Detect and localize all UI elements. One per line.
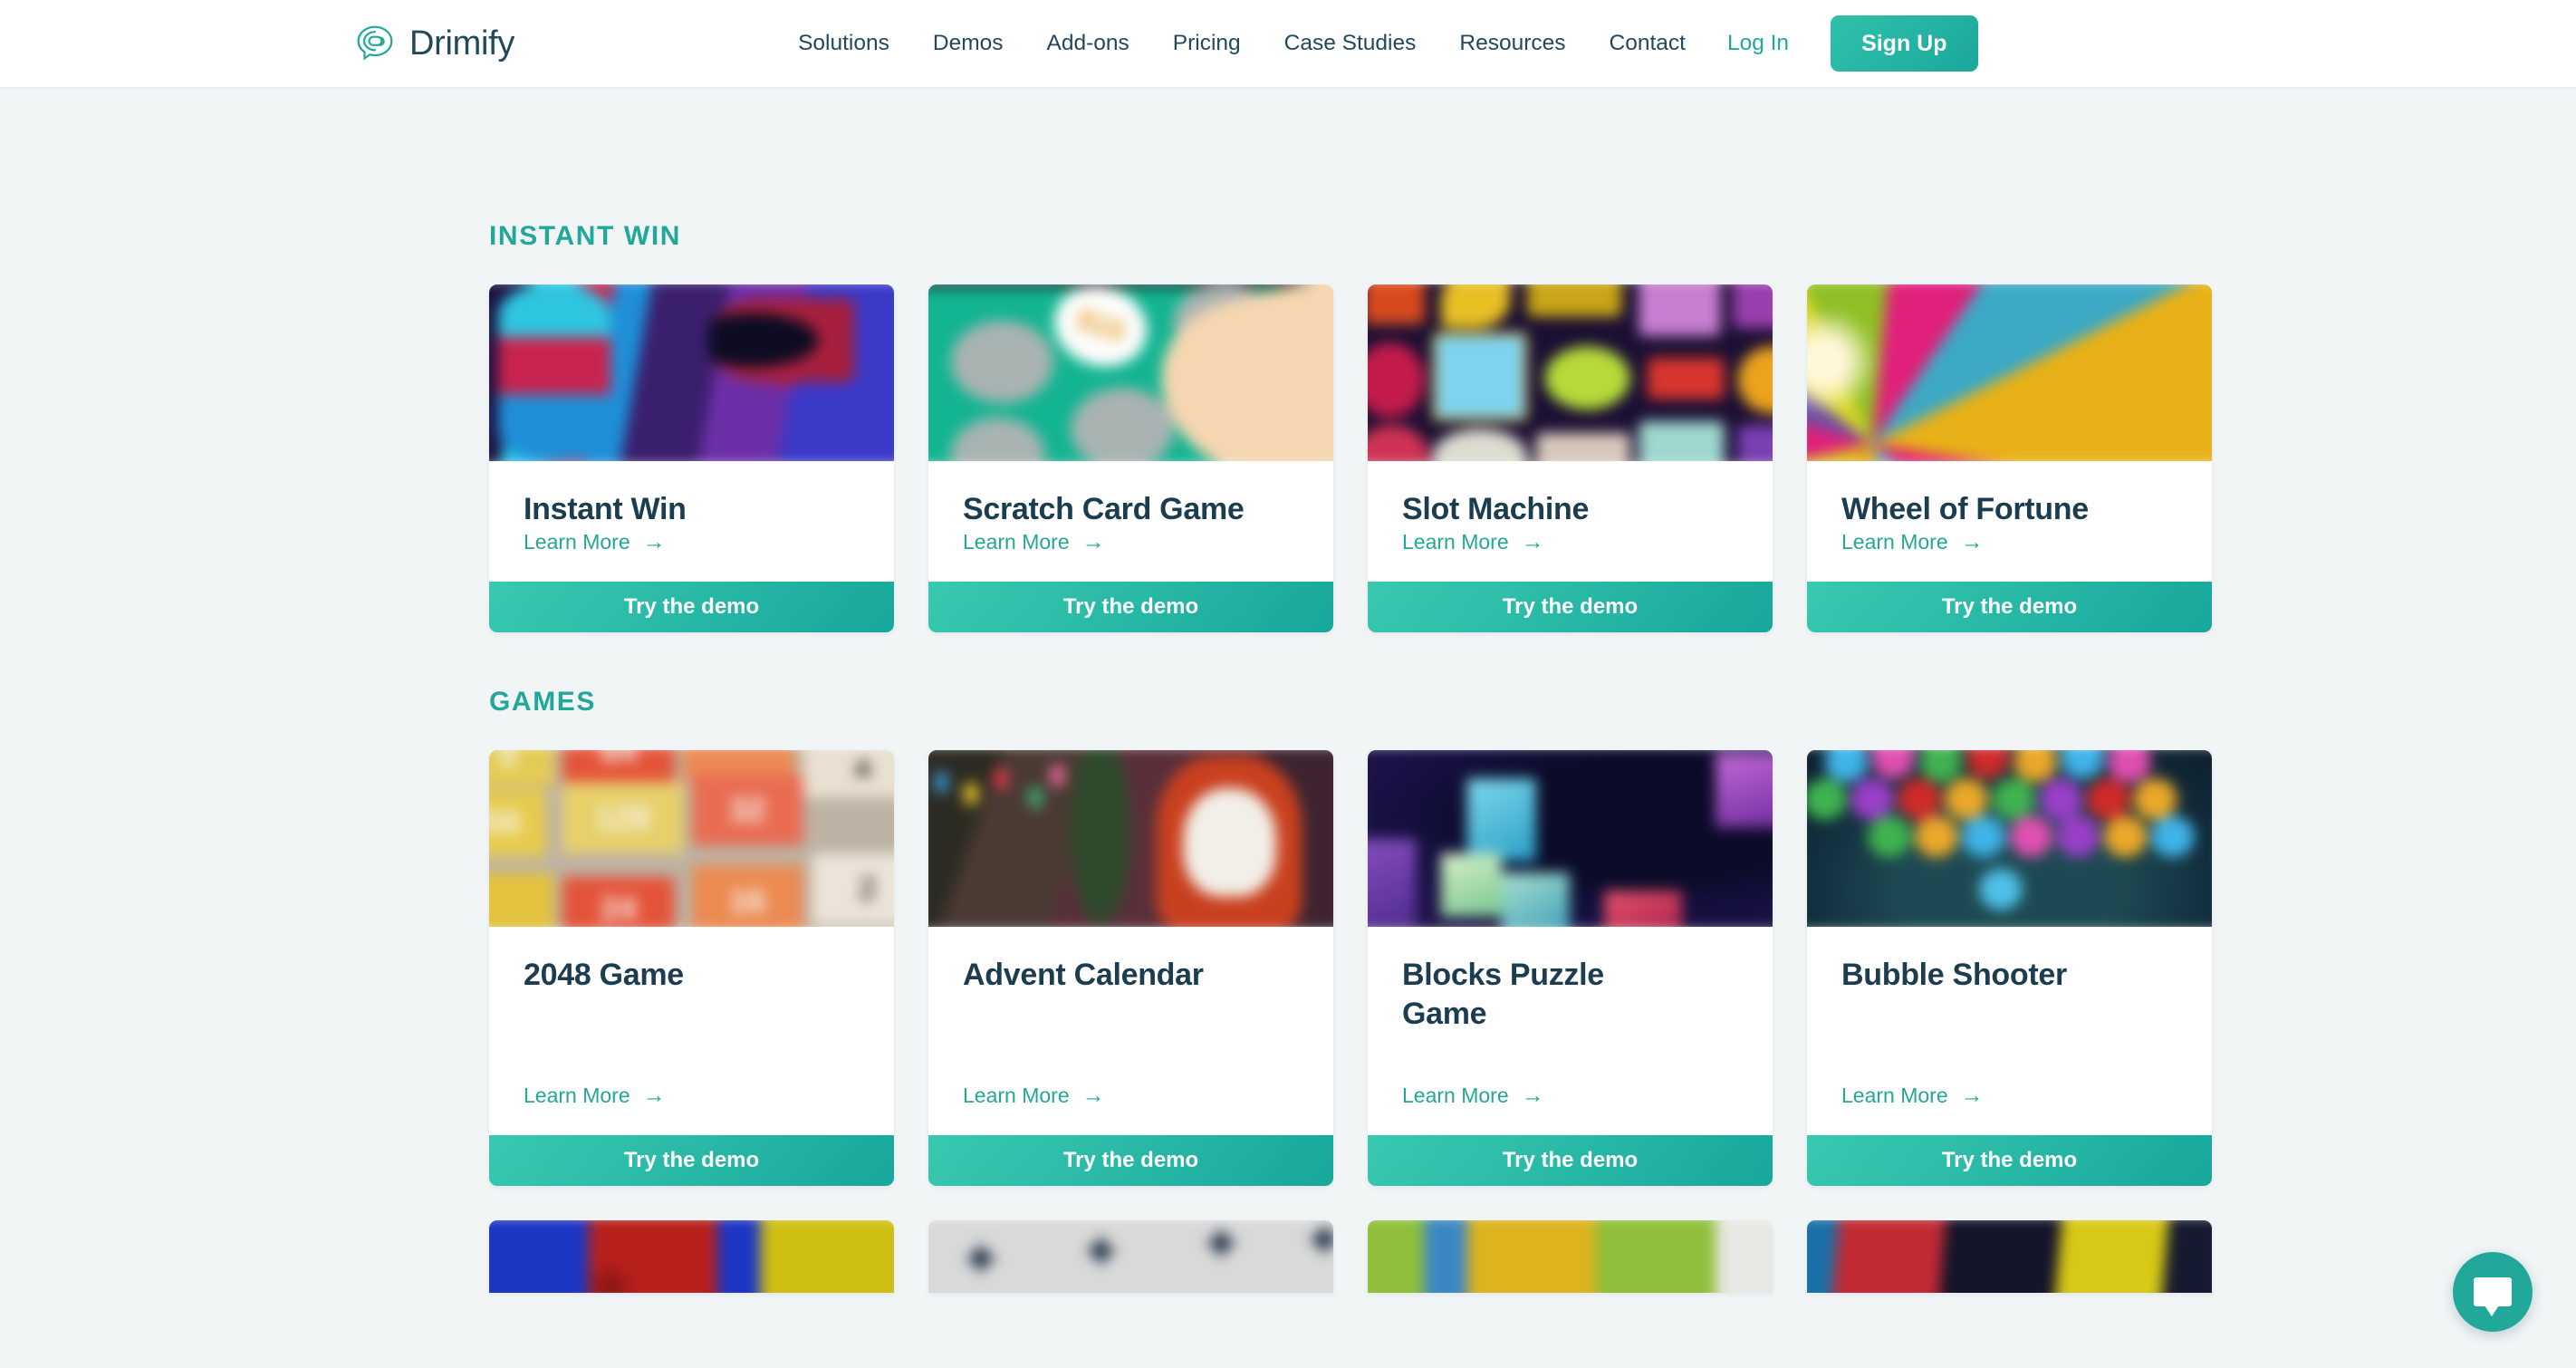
card-thumbnail <box>489 1219 894 1293</box>
signup-button[interactable]: Sign Up <box>1831 14 1978 72</box>
nav-item-resources[interactable]: Resources <box>1437 32 1587 55</box>
learn-more-label: Learn More <box>963 1083 1070 1107</box>
memory-grid-photo: ✦ ✦ ✦ ✦ <box>928 1219 1333 1293</box>
nav-item-case-studies[interactable]: Case Studies <box>1263 32 1438 55</box>
arrow-right-icon: → <box>1521 1082 1544 1108</box>
nav-item-contact[interactable]: Contact <box>1588 32 1707 55</box>
card-thumbnail <box>1368 284 1773 461</box>
demo-card-advent-calendar[interactable]: Advent Calendar Learn More → Try the dem… <box>928 749 1333 1186</box>
arrow-right-icon: → <box>1081 528 1105 554</box>
section-title-games: GAMES <box>489 686 597 717</box>
main-navigation: Solutions Demos Add-ons Pricing Case Stu… <box>776 14 1978 72</box>
card-thumbnail <box>489 284 894 461</box>
learn-more-label: Learn More <box>1402 529 1509 554</box>
chat-widget-button[interactable] <box>2453 1252 2533 1332</box>
site-header: Drimify Solutions Demos Add-ons Pricing … <box>0 0 2576 87</box>
card-title: Blocks Puzzle Game <box>1402 957 1604 1032</box>
bubble-shooter-bubbles <box>1807 749 2212 927</box>
try-demo-button[interactable]: Try the demo <box>489 581 894 632</box>
card-thumbnail: $10 <box>928 284 1333 461</box>
brand-logo-link[interactable]: Drimify <box>355 24 514 63</box>
scratch-card-illustration: $10 <box>928 284 1333 461</box>
blocks-puzzle-cubes <box>1368 749 1773 927</box>
quiz-colors-photo <box>489 1219 894 1293</box>
learn-more-label: Learn More <box>1841 529 1948 554</box>
demo-card-blocks-puzzle-game[interactable]: Blocks Puzzle Game Learn More → Try the … <box>1368 749 1773 1186</box>
learn-more-label: Learn More <box>1402 1083 1509 1107</box>
demos-catalog-page: INSTANT WIN Instant Win Learn More → Try… <box>0 87 2576 1368</box>
demo-card-partial-4[interactable] <box>1807 1219 2212 1293</box>
card-title: Bubble Shooter <box>1841 957 2067 992</box>
try-demo-button[interactable]: Try the demo <box>1368 581 1773 632</box>
demo-card-partial-1[interactable] <box>489 1219 894 1293</box>
slot-machine-symbols <box>1368 284 1773 461</box>
nav-item-add-ons[interactable]: Add-ons <box>1025 32 1151 55</box>
learn-more-label: Learn More <box>1841 1083 1948 1107</box>
demo-card-wheel-of-fortune[interactable]: Wheel of Fortune Learn More → Try the de… <box>1807 284 2212 632</box>
brand-name: Drimify <box>409 24 515 63</box>
try-demo-button[interactable]: Try the demo <box>1368 1134 1773 1186</box>
arrow-right-icon: → <box>1960 1082 1984 1108</box>
2048-tiles: 4 64 ▲ 256 128 32 2 24 16 <box>489 749 894 927</box>
next-row-card-grid: ✦ ✦ ✦ ✦ <box>489 1219 2212 1293</box>
arrow-right-icon: → <box>1521 528 1544 554</box>
try-demo-button[interactable]: Try the demo <box>928 581 1333 632</box>
learn-more-label: Learn More <box>524 1083 630 1107</box>
demo-card-partial-3[interactable] <box>1368 1219 1773 1293</box>
try-demo-button[interactable]: Try the demo <box>1807 1134 2212 1186</box>
demo-card-partial-2[interactable]: ✦ ✦ ✦ ✦ <box>928 1219 1333 1293</box>
card-thumbnail: ✦ ✦ ✦ ✦ <box>928 1219 1333 1293</box>
speech-bubble-logo-icon <box>355 24 395 63</box>
arrow-right-icon: → <box>1960 528 1984 554</box>
learn-more-link[interactable]: Learn More → <box>963 530 1299 582</box>
nav-item-solutions[interactable]: Solutions <box>776 32 911 55</box>
try-demo-button[interactable]: Try the demo <box>928 1134 1333 1186</box>
spin-light-photo <box>1807 1219 2212 1293</box>
card-thumbnail <box>928 749 1333 927</box>
games-card-grid: 4 64 ▲ 256 128 32 2 24 16 2048 Game <box>489 749 2212 1186</box>
card-thumbnail <box>1368 1219 1773 1293</box>
instant-win-wheel-photo <box>489 284 894 461</box>
card-thumbnail <box>1807 1219 2212 1293</box>
card-title: 2048 Game <box>524 957 684 992</box>
card-thumbnail <box>1368 749 1773 927</box>
login-link[interactable]: Log In <box>1707 32 1809 55</box>
try-demo-button[interactable]: Try the demo <box>489 1134 894 1186</box>
chat-bubble-icon <box>2474 1277 2512 1306</box>
learn-more-link[interactable]: Learn More → <box>524 1084 860 1135</box>
learn-more-link[interactable]: Learn More → <box>963 1084 1299 1135</box>
santa-christmas-scene <box>928 749 1333 927</box>
demo-card-scratch-card-game[interactable]: $10 Scratch Card Game Learn More → Try t… <box>928 284 1333 632</box>
card-thumbnail <box>1807 284 2212 461</box>
arrow-right-icon: → <box>1081 1082 1105 1108</box>
nav-item-pricing[interactable]: Pricing <box>1151 32 1263 55</box>
card-title: Slot Machine <box>1402 492 1590 526</box>
wheel-of-fortune-segments <box>1807 284 2212 461</box>
try-demo-button[interactable]: Try the demo <box>1807 581 2212 632</box>
card-title: Wheel of Fortune <box>1841 492 2089 526</box>
card-title: Advent Calendar <box>963 957 1204 992</box>
nav-item-demos[interactable]: Demos <box>911 32 1025 55</box>
learn-more-link[interactable]: Learn More → <box>524 530 860 582</box>
learn-more-link[interactable]: Learn More → <box>1841 530 2177 582</box>
section-title-instant-win: INSTANT WIN <box>489 221 682 251</box>
card-title: Scratch Card Game <box>963 492 1245 526</box>
demo-card-instant-win[interactable]: Instant Win Learn More → Try the demo <box>489 284 894 632</box>
learn-more-link[interactable]: Learn More → <box>1402 530 1738 582</box>
card-thumbnail: 4 64 ▲ 256 128 32 2 24 16 <box>489 749 894 927</box>
demo-card-2048-game[interactable]: 4 64 ▲ 256 128 32 2 24 16 2048 Game <box>489 749 894 1186</box>
card-thumbnail <box>1807 749 2212 927</box>
card-game-photo <box>1368 1219 1773 1293</box>
learn-more-link[interactable]: Learn More → <box>1841 1084 2177 1135</box>
demo-card-slot-machine[interactable]: Slot Machine Learn More → Try the demo <box>1368 284 1773 632</box>
arrow-right-icon: → <box>642 528 666 554</box>
learn-more-link[interactable]: Learn More → <box>1402 1084 1738 1135</box>
card-title: Instant Win <box>524 492 687 526</box>
instant-win-card-grid: Instant Win Learn More → Try the demo $1… <box>489 284 2212 632</box>
arrow-right-icon: → <box>642 1082 666 1108</box>
learn-more-label: Learn More <box>524 529 630 554</box>
learn-more-label: Learn More <box>963 529 1070 554</box>
demo-card-bubble-shooter[interactable]: Bubble Shooter Learn More → Try the demo <box>1807 749 2212 1186</box>
